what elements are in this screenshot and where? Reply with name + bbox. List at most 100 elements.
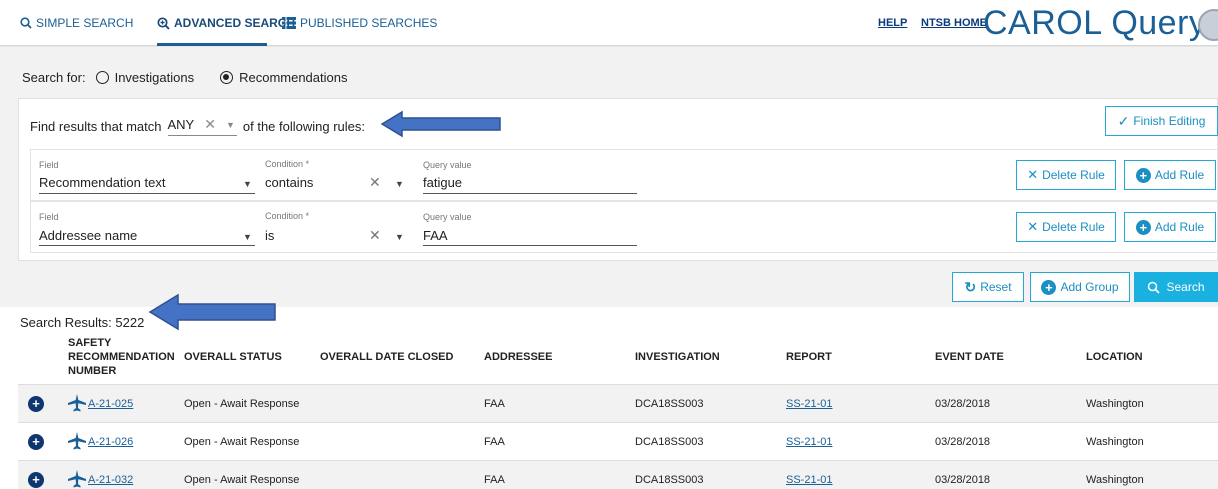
reset-label: Reset (980, 280, 1012, 294)
nav-simple-search[interactable]: SIMPLE SEARCH (20, 16, 133, 30)
chevron-down-icon[interactable]: ▼ (395, 179, 404, 189)
column-header[interactable]: EVENT DATE (935, 350, 1004, 364)
field-select[interactable]: Recommendation text (39, 175, 165, 190)
reset-button[interactable]: ↻ Reset (952, 272, 1024, 302)
column-header[interactable]: REPORT (786, 350, 832, 364)
results-count: Search Results: 5222 (20, 315, 145, 330)
advanced-search-icon (157, 16, 170, 30)
results-table-header: SAFETY RECOMMENDATION NUMBER OVERALL STA… (18, 333, 1218, 383)
recommendation-number-link[interactable]: A-21-025 (88, 398, 133, 410)
annotation-arrow-rules (380, 110, 501, 138)
report-link[interactable]: SS-21-01 (786, 398, 832, 410)
annotation-arrow-results (148, 293, 276, 331)
addressee: FAA (484, 436, 505, 448)
event-date: 03/28/2018 (935, 398, 991, 410)
location: Washington (1086, 474, 1144, 486)
close-icon: ✕ (1027, 167, 1039, 182)
airplane-icon (68, 470, 86, 488)
addressee: FAA (484, 398, 505, 410)
add-group-button[interactable]: + Add Group (1030, 272, 1130, 302)
check-icon: ✓ (1117, 112, 1130, 129)
table-row: + A-21-026 Open - Await Response FAA DCA… (18, 422, 1218, 460)
search-for-group: Search for: Investigations Recommendatio… (22, 70, 347, 85)
investigation: DCA18SS003 (635, 474, 704, 486)
help-link[interactable]: HELP (878, 17, 907, 29)
plus-circle-icon: + (1135, 219, 1151, 235)
chevron-down-icon[interactable]: ▼ (243, 179, 252, 189)
report-link[interactable]: SS-21-01 (786, 436, 832, 448)
nav-advanced-search-label: ADVANCED SEARCH (174, 16, 296, 30)
chevron-down-icon[interactable]: ▼ (395, 232, 404, 242)
column-header[interactable]: INVESTIGATION (635, 350, 720, 364)
recommendation-number-link[interactable]: A-21-026 (88, 436, 133, 448)
addressee: FAA (484, 474, 505, 486)
field-select[interactable]: Addressee name (39, 228, 137, 243)
table-row: + A-21-025 Open - Await Response FAA DCA… (18, 384, 1218, 422)
column-header[interactable]: SAFETY RECOMMENDATION NUMBER (68, 336, 175, 378)
refresh-icon: ↻ (964, 278, 977, 295)
overall-status: Open - Await Response (184, 436, 300, 448)
ntsb-home-link[interactable]: NTSB HOME (921, 17, 987, 29)
radio-recommendations[interactable] (220, 71, 234, 84)
expand-row-icon[interactable]: + (28, 434, 44, 450)
chevron-down-icon[interactable]: ▼ (226, 120, 235, 130)
match-line: Find results that match ANY ✕ ▼ of the f… (30, 116, 365, 136)
airplane-icon (68, 394, 86, 412)
add-rule-label: Add Rule (1154, 168, 1205, 182)
add-rule-button[interactable]: + Add Rule (1124, 212, 1216, 242)
recommendation-number-link[interactable]: A-21-032 (88, 474, 133, 486)
condition-select[interactable]: is (265, 228, 274, 243)
close-icon: ✕ (1027, 219, 1039, 234)
delete-rule-button[interactable]: ✕ Delete Rule (1016, 160, 1116, 190)
active-tab-indicator (157, 43, 267, 46)
overall-status: Open - Await Response (184, 474, 300, 486)
add-rule-button[interactable]: + Add Rule (1124, 160, 1216, 190)
condition-select[interactable]: contains (265, 175, 313, 190)
query-underline (423, 193, 637, 194)
add-rule-label: Add Rule (1154, 220, 1205, 234)
match-prefix: Find results that match (30, 118, 162, 134)
query-input[interactable]: FAA (423, 228, 448, 243)
add-group-label: Add Group (1060, 280, 1119, 294)
nav-published-searches[interactable]: PUBLISHED SEARCHES (282, 16, 437, 30)
query-label: Query value (423, 160, 472, 170)
field-label: Field (39, 160, 59, 170)
brand-title: CAROL Query (983, 4, 1207, 42)
radio-investigations-label: Investigations (114, 70, 195, 85)
finish-editing-button[interactable]: ✓ Finish Editing (1105, 106, 1218, 136)
event-date: 03/28/2018 (935, 474, 991, 486)
expand-row-icon[interactable]: + (28, 472, 44, 488)
report-link[interactable]: SS-21-01 (786, 474, 832, 486)
close-icon[interactable]: ✕ (369, 227, 381, 244)
location: Washington (1086, 398, 1144, 410)
condition-label: Condition * (265, 211, 310, 221)
search-label: Search (1166, 280, 1205, 294)
field-underline (39, 245, 255, 246)
radio-recommendations-label: Recommendations (239, 70, 348, 85)
field-label: Field (39, 212, 59, 222)
search-button[interactable]: Search (1134, 272, 1218, 302)
finish-editing-label: Finish Editing (1133, 114, 1206, 128)
close-icon[interactable]: ✕ (204, 116, 216, 133)
nav-advanced-search[interactable]: ADVANCED SEARCH (157, 16, 295, 30)
condition-label: Condition * (265, 159, 310, 169)
column-header[interactable]: LOCATION (1086, 350, 1143, 364)
match-select[interactable]: ANY ✕ ▼ (167, 116, 237, 136)
chevron-down-icon[interactable]: ▼ (243, 232, 252, 242)
close-icon[interactable]: ✕ (369, 174, 381, 191)
delete-rule-button[interactable]: ✕ Delete Rule (1016, 212, 1116, 242)
expand-row-icon[interactable]: + (28, 396, 44, 412)
rule-row-2: Field Addressee name ▼ Condition * is ✕ … (30, 201, 1218, 253)
radio-investigations[interactable] (95, 71, 109, 84)
nav-published-searches-label: PUBLISHED SEARCHES (300, 16, 438, 30)
column-header[interactable]: OVERALL STATUS (184, 350, 282, 364)
search-icon (20, 17, 32, 29)
query-input[interactable]: fatigue (423, 175, 462, 190)
investigation: DCA18SS003 (635, 436, 704, 448)
column-header[interactable]: OVERALL DATE CLOSED (320, 350, 453, 364)
column-header[interactable]: ADDRESSEE (484, 350, 552, 364)
search-icon (1148, 281, 1161, 294)
field-underline (39, 193, 255, 194)
match-suffix: of the following rules: (242, 118, 366, 134)
plus-circle-icon: + (1041, 279, 1057, 295)
